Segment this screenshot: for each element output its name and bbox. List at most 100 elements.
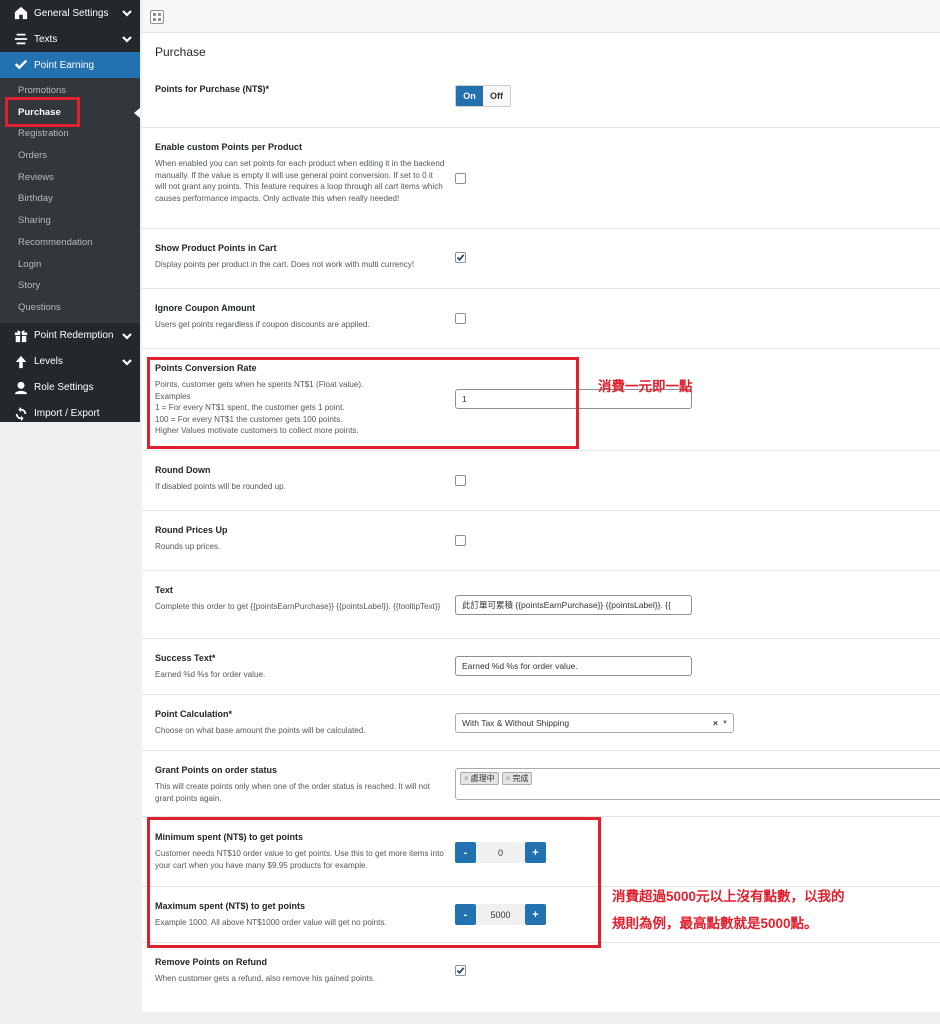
annotation-conversion-note: 消費一元即一點 (598, 379, 693, 394)
checkmark-icon (456, 967, 465, 975)
chevron-down-icon (122, 8, 132, 21)
setting-description: When customer gets a refund, also remove… (155, 974, 375, 983)
chevron-down-icon[interactable]: ▼ (722, 714, 728, 732)
menu-label: Import / Export (34, 408, 100, 420)
menu-levels[interactable]: Levels (0, 349, 140, 375)
setting-title: Show Product Points in Cart (155, 243, 277, 253)
submenu-item-login[interactable]: Login (0, 254, 140, 276)
menu-texts[interactable]: Texts (0, 26, 140, 52)
toolbar (142, 0, 940, 33)
setting-description: Rounds up prices. (155, 542, 221, 551)
menu-import-export[interactable]: Import / Export (0, 401, 140, 427)
clear-icon[interactable]: × (713, 714, 718, 732)
checkmark-icon (13, 57, 29, 73)
submenu-item-orders[interactable]: Orders (0, 145, 140, 167)
setting-round-down: Round Down If disabled points will be ro… (142, 451, 940, 511)
setting-title: Text (155, 585, 173, 595)
remove-on-refund-checkbox[interactable] (455, 965, 466, 976)
show-points-cart-checkbox[interactable] (455, 252, 466, 263)
menu-label: Texts (34, 33, 58, 45)
grid-view-button[interactable] (150, 10, 164, 24)
status-tag[interactable]: × 完成 (501, 772, 533, 785)
setting-description: Complete this order to get {{pointsEarnP… (155, 602, 441, 611)
submenu-item-birthday[interactable]: Birthday (0, 188, 140, 210)
setting-description: Display points per product in the cart. … (155, 260, 415, 269)
tag-label: 完成 (512, 774, 529, 783)
round-prices-up-checkbox[interactable] (455, 535, 466, 546)
setting-title: Grant Points on order status (155, 765, 278, 775)
menu-point-redemption[interactable]: Point Redemption (0, 323, 140, 349)
setting-description: Earned %d %s for order value. (155, 670, 266, 679)
submenu-item-questions[interactable]: Questions (0, 297, 140, 319)
menu-label: Role Settings (34, 382, 94, 394)
menu-role-settings[interactable]: Role Settings (0, 375, 140, 401)
highlight-min-max-spent (147, 817, 601, 948)
menu-label: Levels (34, 356, 63, 368)
ignore-coupon-checkbox[interactable] (455, 313, 466, 324)
setting-show-points-cart: Show Product Points in Cart Display poin… (142, 229, 940, 289)
chevron-down-icon (122, 34, 132, 47)
setting-remove-on-refund: Remove Points on Refund When customer ge… (142, 943, 940, 1012)
user-icon (13, 380, 29, 396)
setting-custom-points: Enable custom Points per Product When en… (142, 128, 940, 229)
order-status-multiselect[interactable]: × 處理中 × 完成 (455, 768, 940, 800)
status-tag[interactable]: × 處理中 (460, 772, 499, 785)
setting-title: Success Text* (155, 653, 216, 663)
admin-sidebar: General Settings Texts Point Earning Pro… (0, 0, 140, 422)
setting-title: Remove Points on Refund (155, 957, 268, 967)
annotation-max-note-line2: 規則為例，最高點數就是5000點。 (612, 916, 818, 931)
setting-ignore-coupon: Ignore Coupon Amount Users get points re… (142, 289, 940, 349)
select-value: With Tax & Without Shipping (462, 718, 570, 728)
arrow-up-icon (13, 354, 29, 370)
annotation-max-note-line1: 消費超過5000元以上沒有點數，以我的 (612, 889, 845, 904)
menu-label: Point Earning (34, 59, 95, 71)
setting-grant-status: Grant Points on order status This will c… (142, 751, 940, 817)
setting-points-for-purchase: Points for Purchase (NT$)* On Off (142, 76, 940, 128)
gift-icon (13, 328, 29, 344)
remove-tag-icon[interactable]: × (506, 774, 511, 783)
chevron-down-icon (122, 331, 132, 344)
custom-points-checkbox[interactable] (455, 173, 466, 184)
submenu-item-recommendation[interactable]: Recommendation (0, 232, 140, 254)
toggle-on-button[interactable]: On (456, 86, 483, 106)
setting-title: Round Prices Up (155, 525, 228, 535)
setting-title: Point Calculation* (155, 709, 233, 719)
menu-label: General Settings (34, 7, 109, 19)
tag-label: 處理中 (470, 774, 495, 783)
submenu-item-story[interactable]: Story (0, 275, 140, 297)
submenu-item-reviews[interactable]: Reviews (0, 167, 140, 189)
align-center-icon (13, 31, 29, 47)
menu-general-settings[interactable]: General Settings (0, 0, 140, 26)
setting-round-prices-up: Round Prices Up Rounds up prices. (142, 511, 940, 571)
highlight-purchase-menu (5, 97, 80, 127)
success-text-input[interactable]: Earned %d %s for order value. (455, 656, 692, 676)
page-title: Purchase (155, 45, 206, 59)
setting-success-text: Success Text* Earned %d %s for order val… (142, 639, 940, 695)
setting-text: Text Complete this order to get {{points… (142, 571, 940, 639)
setting-title: Points for Purchase (NT$)* (155, 84, 270, 94)
round-down-checkbox[interactable] (455, 475, 466, 486)
menu-point-earning[interactable]: Point Earning (0, 52, 140, 78)
setting-title: Round Down (155, 465, 211, 475)
chevron-down-icon (122, 357, 132, 370)
remove-tag-icon[interactable]: × (464, 774, 469, 783)
home-icon (13, 5, 29, 21)
setting-description: Choose on what base amount the points wi… (155, 726, 366, 735)
setting-description: Users get points regardless if coupon di… (155, 320, 370, 329)
highlight-conversion-rate (147, 357, 579, 449)
setting-description: This will create points only when one of… (155, 782, 430, 803)
sync-icon (13, 406, 29, 422)
setting-title: Enable custom Points per Product (155, 142, 303, 152)
points-purchase-toggle[interactable]: On Off (455, 85, 511, 107)
toggle-off-button[interactable]: Off (483, 86, 510, 106)
setting-title: Ignore Coupon Amount (155, 303, 256, 313)
text-input[interactable]: 此訂單可累積 {{pointsEarnPurchase}} {{pointsLa… (455, 595, 692, 615)
footer-bar (142, 1012, 940, 1024)
setting-description: If disabled points will be rounded up. (155, 482, 286, 491)
point-calculation-select[interactable]: With Tax & Without Shipping × ▼ (455, 713, 734, 733)
menu-label: Point Redemption (34, 330, 114, 342)
setting-description: When enabled you can set points for each… (155, 159, 445, 203)
grid-icon (153, 8, 161, 26)
setting-point-calculation: Point Calculation* Choose on what base a… (142, 695, 940, 751)
submenu-item-sharing[interactable]: Sharing (0, 210, 140, 232)
